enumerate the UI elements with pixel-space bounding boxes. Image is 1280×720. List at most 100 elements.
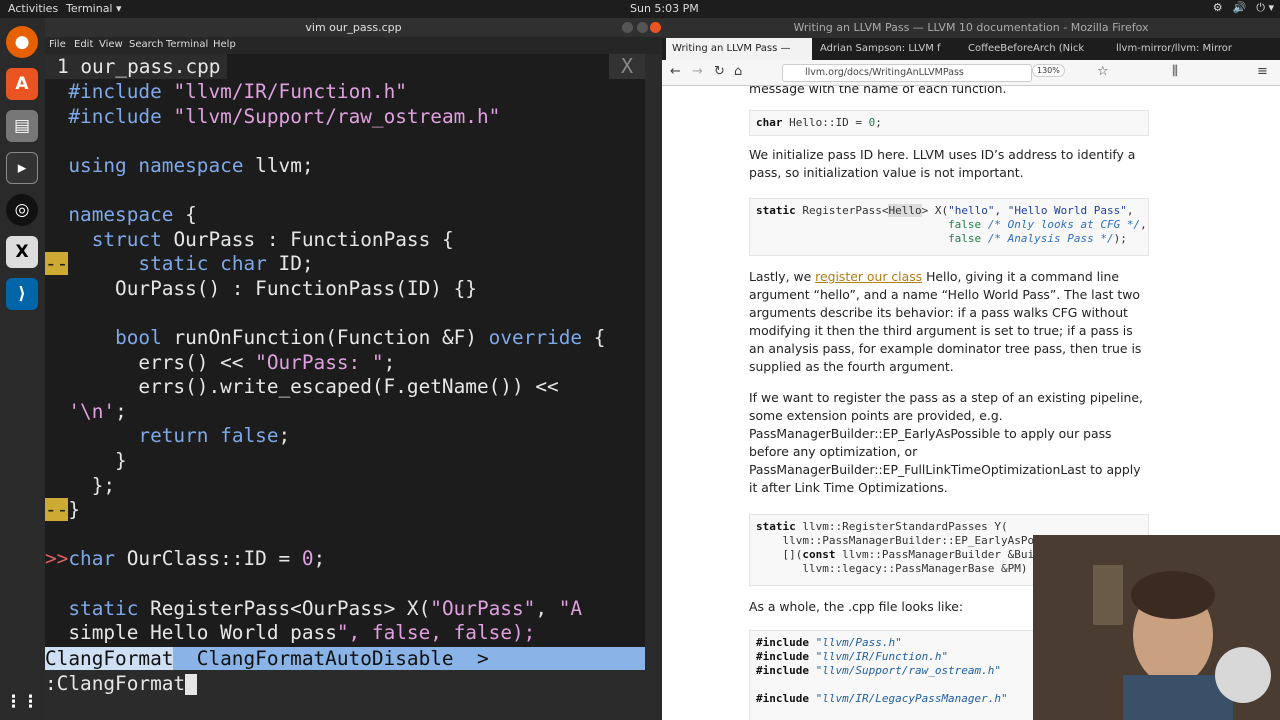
system-tray[interactable]: ⚙ 🔊 ⏻ ▾: [1213, 1, 1274, 15]
files-icon[interactable]: ▤: [6, 110, 38, 142]
reload-icon[interactable]: ↻: [714, 64, 725, 79]
command-line[interactable]: :ClangFormat: [45, 671, 645, 696]
code-line: OurPass() : FunctionPass(ID) {}: [45, 276, 477, 301]
code-text: char OurClass::ID = 0;: [68, 547, 326, 571]
zoom-level[interactable]: 130%: [1032, 64, 1065, 77]
terminal-window: vim our_pass.cpp File Edit View Search T…: [45, 18, 662, 720]
browser-tabs: Writing an LLVM Pass — Adrian Sampson: L…: [662, 38, 1280, 60]
gutter-sign: --: [45, 498, 69, 522]
code-text: namespace {: [68, 203, 197, 226]
store-icon[interactable]: A: [6, 68, 38, 100]
code-text: bool runOnFunction(Function &F) override…: [115, 326, 606, 349]
nav-bar: ← → ↻ ⌂ llvm.org/docs/WritingAnLLVMPass …: [662, 60, 1280, 86]
volume-icon[interactable]: 🔊: [1233, 1, 1247, 15]
vim-tabline: 1 our_pass.cpp X: [45, 54, 645, 79]
code-text: #include "llvm/IR/Function.h": [68, 80, 407, 103]
activities-button[interactable]: Activities: [8, 2, 58, 15]
code-text: };: [68, 473, 116, 497]
terminal-menubar: File Edit View Search Terminal Help: [45, 37, 662, 54]
paragraph-init: We initialize pass ID here. LLVM uses ID…: [749, 147, 1136, 180]
tab-coffee[interactable]: CoffeeBeforeArch (Nick: [962, 38, 1108, 60]
code-line: struct OurPass : FunctionPass {: [45, 227, 454, 252]
code-line: #include "llvm/IR/Function.h": [45, 79, 407, 104]
tab-llvm-pass[interactable]: Writing an LLVM Pass —: [666, 38, 812, 60]
code-text: }: [68, 498, 81, 522]
top-bar: Activities Terminal ▾ Sun 5:03 PM ⚙ 🔊 ⏻ …: [0, 0, 1280, 18]
code-line: simple Hello World pass", false, false);: [45, 620, 535, 645]
menu-search[interactable]: Search: [129, 39, 163, 50]
paragraph-register: Lastly, we register our class Hello, giv…: [749, 269, 1142, 374]
bookmark-icon[interactable]: ☆: [1097, 64, 1109, 79]
tab-adrian[interactable]: Adrian Sampson: LLVM f: [814, 38, 960, 60]
obs-icon[interactable]: ◎: [6, 194, 38, 226]
code-text: errs() << "OurPass: ";: [68, 350, 396, 374]
url-bar[interactable]: llvm.org/docs/WritingAnLLVMPass: [782, 64, 1032, 82]
code-line: using namespace llvm;: [45, 153, 314, 178]
code-line: #include "llvm/Support/raw_ostream.h": [45, 104, 500, 129]
code-line: '\n';: [45, 399, 126, 424]
code-text: }: [68, 449, 127, 472]
menu-terminal[interactable]: Terminal: [166, 39, 208, 50]
code-text: errs().write_escaped(F.getName()) <<: [68, 375, 559, 399]
minimize-icon[interactable]: [622, 22, 633, 33]
code-text: return false;: [138, 424, 291, 448]
firefox-icon[interactable]: ●: [6, 26, 38, 58]
wildmenu: ClangFormat ClangFormatAutoDisable >: [45, 647, 645, 670]
settings-icon[interactable]: ⚙: [1213, 1, 1223, 15]
app-menu[interactable]: Terminal ▾: [66, 2, 122, 15]
code-line: }: [45, 448, 127, 473]
clock[interactable]: Sun 5:03 PM: [630, 2, 699, 15]
menu-help[interactable]: Help: [213, 39, 236, 50]
tab-number: 1: [57, 55, 69, 78]
code-line: --}: [45, 497, 80, 522]
code-line: namespace {: [45, 202, 197, 227]
code-text: using namespace llvm;: [68, 153, 314, 177]
code-line: };: [45, 473, 115, 498]
menu-view[interactable]: View: [99, 39, 123, 50]
power-icon[interactable]: ⏻ ▾: [1256, 1, 1274, 15]
wildmenu-selected[interactable]: ClangFormat: [45, 647, 174, 670]
xterm-icon[interactable]: X: [6, 236, 38, 268]
register-link[interactable]: register our class: [815, 269, 922, 284]
wildmenu-rest: ClangFormatAutoDisable >: [173, 647, 489, 670]
code1: Hello::ID = 0;: [789, 116, 882, 129]
vscode-icon[interactable]: ⟩: [6, 278, 38, 310]
code-line: bool runOnFunction(Function &F) override…: [45, 325, 605, 350]
code-text: static RegisterPass<OurPass> X("OurPass"…: [68, 596, 583, 620]
cursor: [185, 674, 198, 695]
code-block-register: static RegisterPass<Hello> X("hello", "H…: [749, 198, 1149, 256]
menu-edit[interactable]: Edit: [74, 39, 93, 50]
menu-file[interactable]: File: [49, 39, 66, 50]
dock: ● A ▤ ▸ ◎ X ⟩ ⋮⋮: [0, 18, 45, 720]
code-block-id: char Hello::ID = 0;: [749, 110, 1149, 136]
apps-grid-icon[interactable]: ⋮⋮: [5, 686, 39, 718]
paragraph-extension: If we want to register the pass as a ste…: [749, 390, 1143, 495]
home-icon[interactable]: ⌂: [734, 64, 742, 79]
webcam-image: [1033, 535, 1280, 720]
menu-icon[interactable]: ≡: [1257, 64, 1268, 79]
webcam-overlay: [1033, 535, 1280, 720]
terminal-title: vim our_pass.cpp: [45, 18, 662, 37]
vim-editor[interactable]: #include "llvm/IR/Function.h" #include "…: [45, 54, 645, 670]
forward-icon[interactable]: →: [692, 64, 703, 79]
maximize-icon[interactable]: [637, 22, 648, 33]
code-line: -- static char ID;: [45, 251, 314, 276]
close-icon[interactable]: [650, 22, 661, 33]
code-line: return false;: [45, 423, 290, 448]
back-icon[interactable]: ←: [670, 64, 681, 79]
code-text: struct OurPass : FunctionPass {: [91, 227, 454, 251]
firefox-title: Writing an LLVM Pass — LLVM 10 documenta…: [662, 18, 1280, 38]
gutter-sign: >>: [45, 547, 69, 571]
code-text: simple Hello World pass", false, false);: [68, 621, 536, 645]
vim-tab[interactable]: 1 our_pass.cpp: [45, 54, 227, 79]
tab-close-button[interactable]: X: [609, 54, 645, 79]
library-icon[interactable]: ⫼: [1172, 64, 1178, 79]
tab-llvm-mirror[interactable]: llvm-mirror/llvm: Mirror: [1110, 38, 1256, 60]
code-line: errs().write_escaped(F.getName()) <<: [45, 374, 559, 399]
terminal-scrollbar[interactable]: [647, 54, 662, 720]
terminal-icon[interactable]: ▸: [6, 152, 38, 184]
